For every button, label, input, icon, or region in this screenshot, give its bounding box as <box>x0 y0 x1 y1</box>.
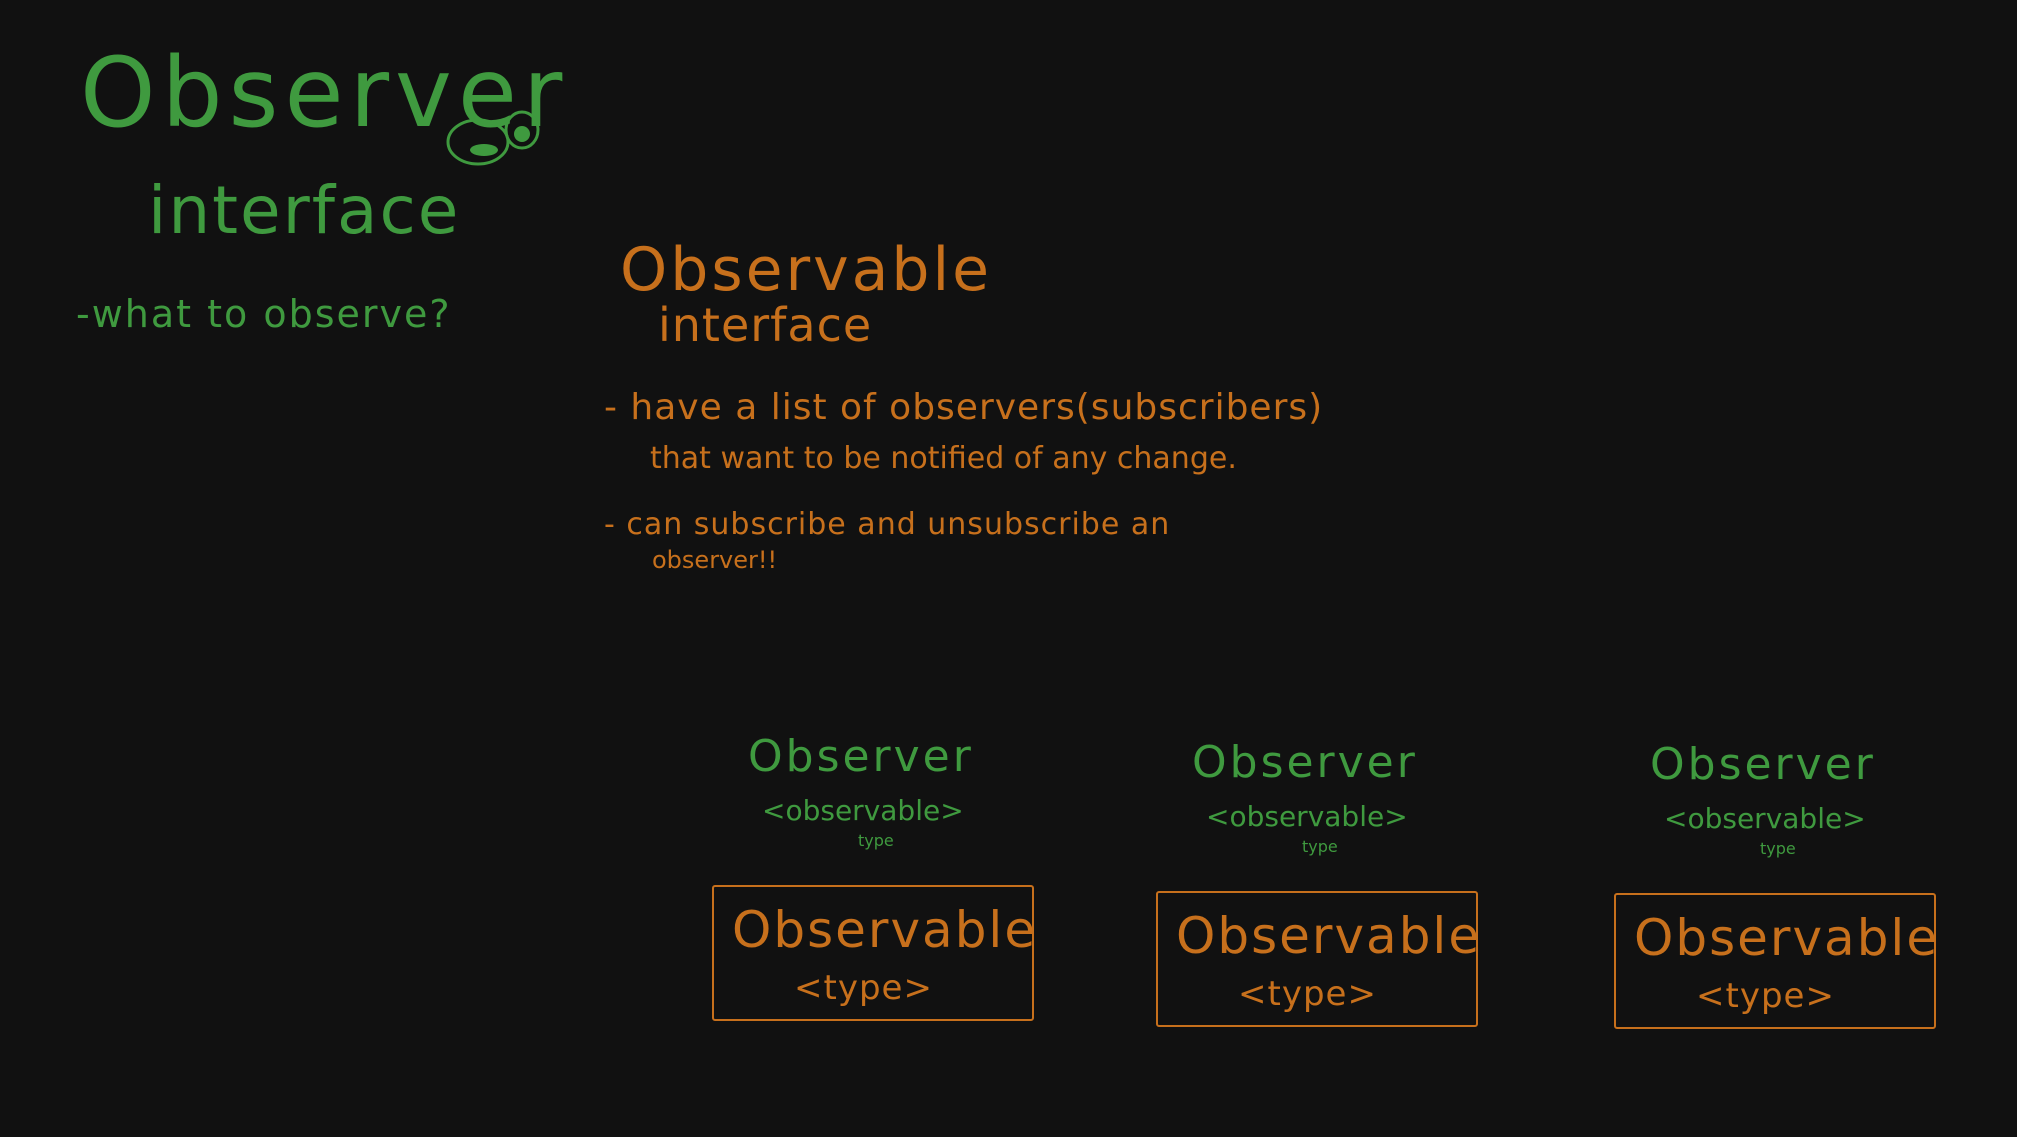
type-note: type <box>1760 839 1796 858</box>
observable-interface-title: Observable <box>620 235 993 305</box>
type-note: type <box>858 831 894 850</box>
type-note: type <box>1302 837 1338 856</box>
observer-label: Observer <box>748 731 974 782</box>
observer-generic: <observable> <box>1664 802 1866 835</box>
eye-icon <box>446 110 540 166</box>
observable-box-generic: <type> <box>1696 976 1835 1016</box>
observer-observable-pair: Observer <observable> type Observable <t… <box>1156 741 1486 1041</box>
observable-bullet-2-line-2: observer!! <box>652 546 778 574</box>
observer-observable-pair: Observer <observable> type Observable <t… <box>712 735 1042 1035</box>
observable-box-title: Observable <box>1634 909 1940 967</box>
observer-note: -what to observe? <box>76 292 452 336</box>
observer-label: Observer <box>1650 739 1876 790</box>
observable-box-title: Observable <box>1176 907 1482 965</box>
observer-interface-subtitle: interface <box>148 172 461 249</box>
observable-box-generic: <type> <box>794 968 933 1008</box>
observer-label: Observer <box>1192 737 1418 788</box>
observable-box: Observable <type> <box>712 885 1038 1021</box>
observable-bullet-1-line-2: that want to be notified of any change. <box>650 441 1237 476</box>
observable-box: Observable <type> <box>1156 891 1482 1027</box>
observable-bullet-2-line-1: - can subscribe and unsubscribe an <box>604 507 1171 542</box>
observable-bullet-1-line-1: - have a list of observers(subscribers) <box>604 387 1324 428</box>
observable-box: Observable <type> <box>1614 893 1940 1029</box>
observer-observable-pair: Observer <observable> type Observable <t… <box>1614 743 1944 1043</box>
observer-generic: <observable> <box>1206 800 1408 833</box>
observable-box-generic: <type> <box>1238 974 1377 1014</box>
observable-interface-subtitle: interface <box>658 298 873 352</box>
observable-box-title: Observable <box>732 901 1038 959</box>
observer-generic: <observable> <box>762 794 964 827</box>
